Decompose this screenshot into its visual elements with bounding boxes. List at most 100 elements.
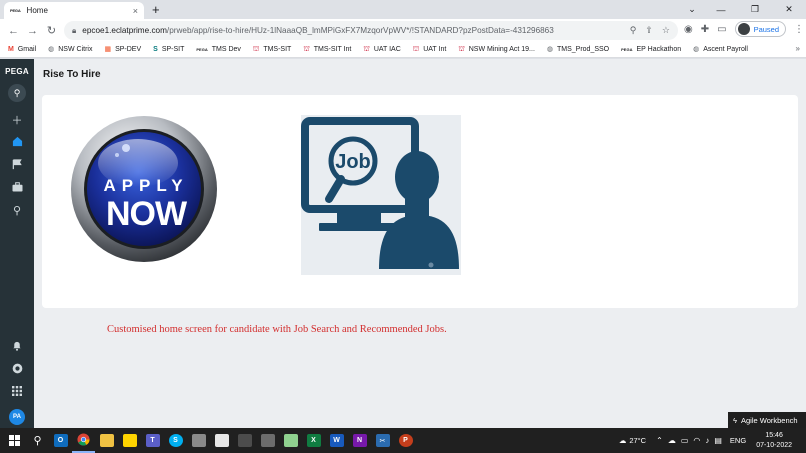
globe-icon: ◍ [693,45,700,53]
search-icon[interactable]: ⚲ [0,204,34,217]
side-panel-icon[interactable]: ▭ [717,24,726,35]
bookmark-label: TMS Dev [211,46,241,53]
calculator-icon[interactable] [256,428,279,453]
bookmark-gmail[interactable]: M Gmail [8,46,36,54]
bookmark-uat-iac[interactable]: ⛫ UAT IAC [363,46,400,54]
chrome-icon[interactable] [72,428,95,453]
briefcase-icon[interactable] [0,182,34,195]
back-button[interactable]: ← [4,25,23,37]
lock-icon[interactable]: 🔒︎ [72,26,76,36]
pega-icon: PEGA [196,46,208,52]
system-tray: ☁ 27°C ⌃ ☁ ▭ ◠ ♪ ▤ ENG 15:46 07-10-2022 [619,428,806,453]
pega-left-nav: PEGA ⚲ ＋ ⚲ PA [0,59,34,428]
browser-menu-icon[interactable]: ⋮ [794,24,804,35]
tab-search-icon[interactable]: ⌄ [680,4,704,15]
weather-temp: 27°C [629,436,647,445]
job-text: Job [335,151,371,173]
skype-icon[interactable]: S [164,428,187,453]
zoom-icon[interactable]: ⚲ [630,25,637,36]
home-caption: Customised home screen for candidate wit… [107,324,447,335]
bookmark-nsw-citrix[interactable]: ◍ NSW Citrix [48,46,92,54]
forward-button[interactable]: → [23,25,42,37]
language-indicator[interactable]: ENG [730,436,746,445]
nav-search-icon[interactable]: ⚲ [8,84,26,102]
file-explorer-icon[interactable] [95,428,118,453]
home-icon[interactable] [0,136,34,150]
bookmark-label: UAT IAC [373,46,401,53]
wifi-icon[interactable]: ◠ [693,436,700,445]
windows-start-icon[interactable] [3,428,26,453]
clock-time: 15:46 [765,431,783,439]
notifications-bell-icon[interactable] [0,340,34,354]
bookmark-label: Ascent Payroll [703,46,748,53]
reload-button[interactable]: ↻ [42,24,61,37]
app-launcher-grid-icon[interactable] [0,386,34,399]
notepad-icon[interactable] [279,428,302,453]
job-monitor-person-icon: Job [301,117,459,269]
bookmark-label: TMS-SIT [263,46,292,53]
network-icon[interactable]: ▤ [714,436,722,445]
user-avatar[interactable]: PA [9,409,25,425]
extension-icon[interactable]: ◉ [684,24,693,35]
bookmark-star-icon[interactable]: ☆ [662,25,670,36]
powerpoint-icon[interactable]: P [394,428,417,453]
job-search-illustration: Job [301,115,461,275]
word-icon[interactable]: W [325,428,348,453]
minimize-button[interactable]: — [704,5,738,15]
clock[interactable]: 15:46 07-10-2022 [756,431,792,451]
bookmark-nsw-mining[interactable]: ⛫ NSW Mining Act 19... [458,46,535,54]
apply-now-line2: NOW [106,195,188,233]
taskbar-search-icon[interactable]: ⚲ [26,428,49,453]
bookmark-tms-dev[interactable]: PEGA TMS Dev [196,46,241,54]
pega-logo: PEGA [5,67,29,76]
address-bar[interactable]: 🔒︎ epcoe1.eclatprime.com/prweb/app/rise-… [64,21,678,40]
bookmarks-overflow-icon[interactable]: » [796,44,800,53]
page-title: Rise To Hire [43,69,101,80]
outlook-icon[interactable]: O [49,428,72,453]
bookmark-uat-int[interactable]: ⛫ UAT Int [413,46,447,54]
agile-workbench-button[interactable]: ϟ Agile Workbench [728,412,806,428]
close-window-button[interactable]: ✕ [772,4,806,15]
bookmark-tms-prod-sso[interactable]: ◍ TMS_Prod_SSO [547,46,609,54]
share-icon[interactable]: ⇪ [645,25,653,36]
sharepoint-icon: S [153,45,158,53]
weather-widget[interactable]: ☁ 27°C [619,436,646,445]
remote-desktop-icon[interactable] [233,428,256,453]
bookmark-tms-sit[interactable]: ⛫ TMS-SIT [253,46,291,54]
teams-icon[interactable]: T [141,428,164,453]
bookmark-ep-hackathon[interactable]: PEGA EP Hackathon [621,46,681,54]
profile-button[interactable]: Paused [734,21,787,37]
pega-icon: PEGA [621,46,633,52]
maximize-button[interactable]: ❐ [738,4,772,15]
create-plus-icon[interactable]: ＋ [0,112,34,128]
profile-status: Paused [753,24,780,34]
microsoft-icon: ▦ [104,45,112,53]
windows-taskbar: ⚲ O T S X W N ✂ P ☁ 27°C ⌃ ☁ ▭ ◠ ♪ ▤ ENG… [0,428,806,453]
lightning-icon: ϟ [733,415,737,425]
help-icon[interactable] [0,363,34,377]
bookmark-ascent-payroll[interactable]: ◍ Ascent Payroll [693,46,748,54]
app-icon[interactable] [187,428,210,453]
window-controls: ⌄ — ❐ ✕ [680,0,806,19]
sticky-notes-icon[interactable] [118,428,141,453]
battery-icon[interactable]: ▭ [681,436,689,445]
bookmark-label: Gmail [17,46,37,53]
browser-tab-home[interactable]: PEGA Home × [4,2,144,19]
bookmark-sp-dev[interactable]: ▦ SP-DEV [104,46,141,54]
excel-icon[interactable]: X [302,428,325,453]
flag-icon[interactable] [0,159,34,173]
tab-close-icon[interactable]: × [133,6,138,16]
onenote-icon[interactable]: N [348,428,371,453]
volume-icon[interactable]: ♪ [705,436,709,445]
snipping-tool-icon[interactable]: ✂ [371,428,394,453]
new-tab-button[interactable]: + [152,2,160,17]
url-text[interactable]: epcoe1.eclatprime.com/prweb/app/rise-to-… [82,26,630,35]
bookmark-sp-sit[interactable]: S SP-SIT [153,46,184,54]
bookmark-tms-sit-int[interactable]: ⛫ TMS-SIT Int [303,46,351,54]
apply-now-button[interactable]: APPLY NOW [68,111,220,267]
url-path: /prweb/app/rise-to-hire/HUz-1lNaaaQB_lmM… [166,26,554,35]
onedrive-icon[interactable]: ☁ [668,436,676,445]
tray-overflow-chevron-icon[interactable]: ⌃ [656,436,663,445]
paint-icon[interactable] [210,428,233,453]
extensions-puzzle-icon[interactable]: ✚ [701,24,709,35]
